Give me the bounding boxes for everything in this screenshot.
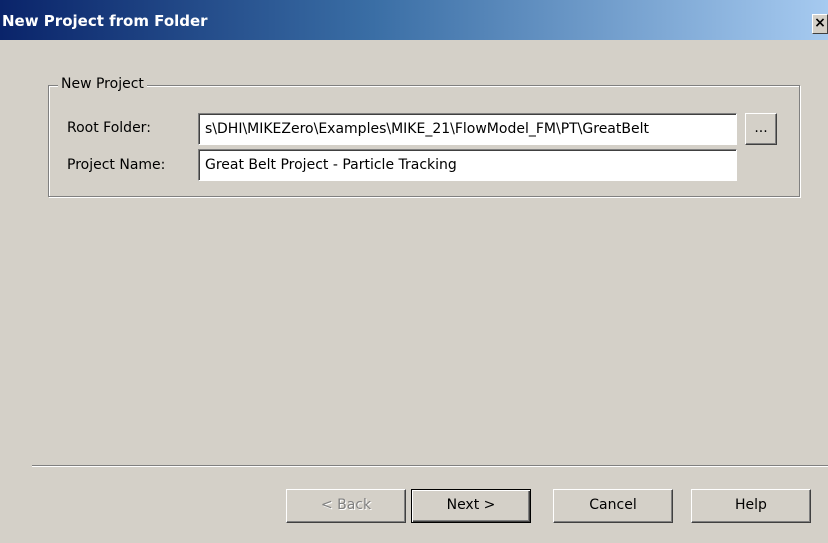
close-icon: × [814, 15, 826, 31]
help-button[interactable]: Help [691, 489, 811, 523]
project-name-input[interactable]: Great Belt Project - Particle Tracking [198, 149, 737, 181]
back-button[interactable]: < Back [286, 489, 406, 523]
close-button[interactable]: × [812, 14, 828, 34]
root-folder-input[interactable]: s\DHI\MIKEZero\Examples\MIKE_21\FlowMode… [198, 113, 737, 145]
root-folder-label: Root Folder: [67, 120, 151, 136]
groupbox-legend: New Project [58, 76, 147, 92]
button-divider [32, 465, 828, 467]
project-name-label: Project Name: [67, 157, 166, 173]
browse-button[interactable]: ... [745, 113, 777, 145]
next-button[interactable]: Next > [411, 489, 531, 523]
cancel-button[interactable]: Cancel [553, 489, 673, 523]
title-bar: New Project from Folder [0, 0, 828, 40]
window-title: New Project from Folder [2, 12, 208, 30]
